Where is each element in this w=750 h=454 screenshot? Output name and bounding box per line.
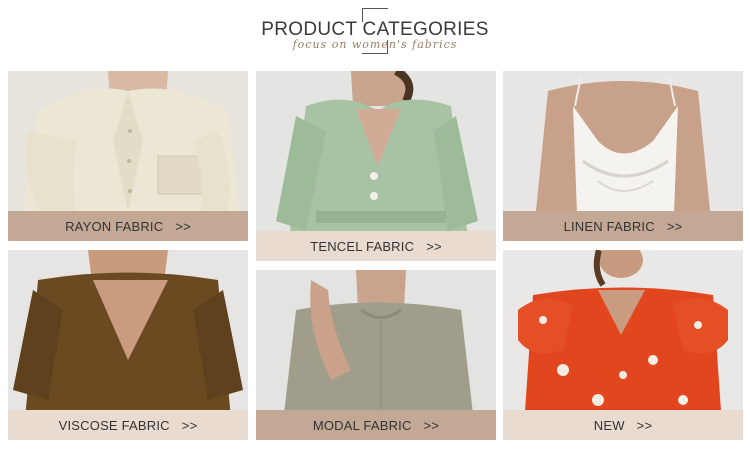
- category-label-bar[interactable]: NEW >>: [503, 410, 743, 440]
- category-label: TENCEL FABRIC: [310, 238, 415, 254]
- double-chevron-right-icon: >>: [666, 218, 683, 234]
- category-card-viscose[interactable]: VISCOSE FABRIC >>: [8, 250, 248, 440]
- header-frame-corner: [362, 53, 388, 54]
- category-label: RAYON FABRIC: [65, 218, 164, 234]
- category-card-rayon[interactable]: RAYON FABRIC >>: [8, 71, 248, 241]
- category-label: LINEN FABRIC: [563, 218, 655, 234]
- category-card-modal[interactable]: MODAL FABRIC >>: [256, 270, 496, 440]
- page-subtitle: focus on women's fabrics: [292, 38, 458, 51]
- category-label: NEW: [593, 417, 625, 433]
- category-card-tencel[interactable]: TENCEL FABRIC >>: [256, 71, 496, 261]
- double-chevron-right-icon: >>: [426, 238, 442, 254]
- category-label-bar[interactable]: RAYON FABRIC >>: [8, 211, 248, 241]
- header-frame-corner: [362, 8, 388, 9]
- double-chevron-right-icon: >>: [636, 417, 653, 433]
- category-label-bar[interactable]: TENCEL FABRIC >>: [256, 231, 496, 261]
- category-label: MODAL FABRIC: [312, 417, 412, 433]
- category-label: VISCOSE FABRIC: [58, 417, 170, 433]
- category-label-bar[interactable]: VISCOSE FABRIC >>: [8, 410, 248, 440]
- category-label-bar[interactable]: MODAL FABRIC >>: [256, 410, 496, 440]
- double-chevron-right-icon: >>: [175, 218, 191, 234]
- category-card-linen[interactable]: LINEN FABRIC >>: [503, 71, 743, 241]
- category-label-bar[interactable]: LINEN FABRIC >>: [503, 211, 743, 241]
- double-chevron-right-icon: >>: [423, 417, 440, 433]
- section-header: PRODUCT CATEGORIES focus on women's fabr…: [0, 0, 750, 60]
- category-card-new[interactable]: NEW >>: [503, 250, 743, 440]
- double-chevron-right-icon: >>: [181, 417, 198, 433]
